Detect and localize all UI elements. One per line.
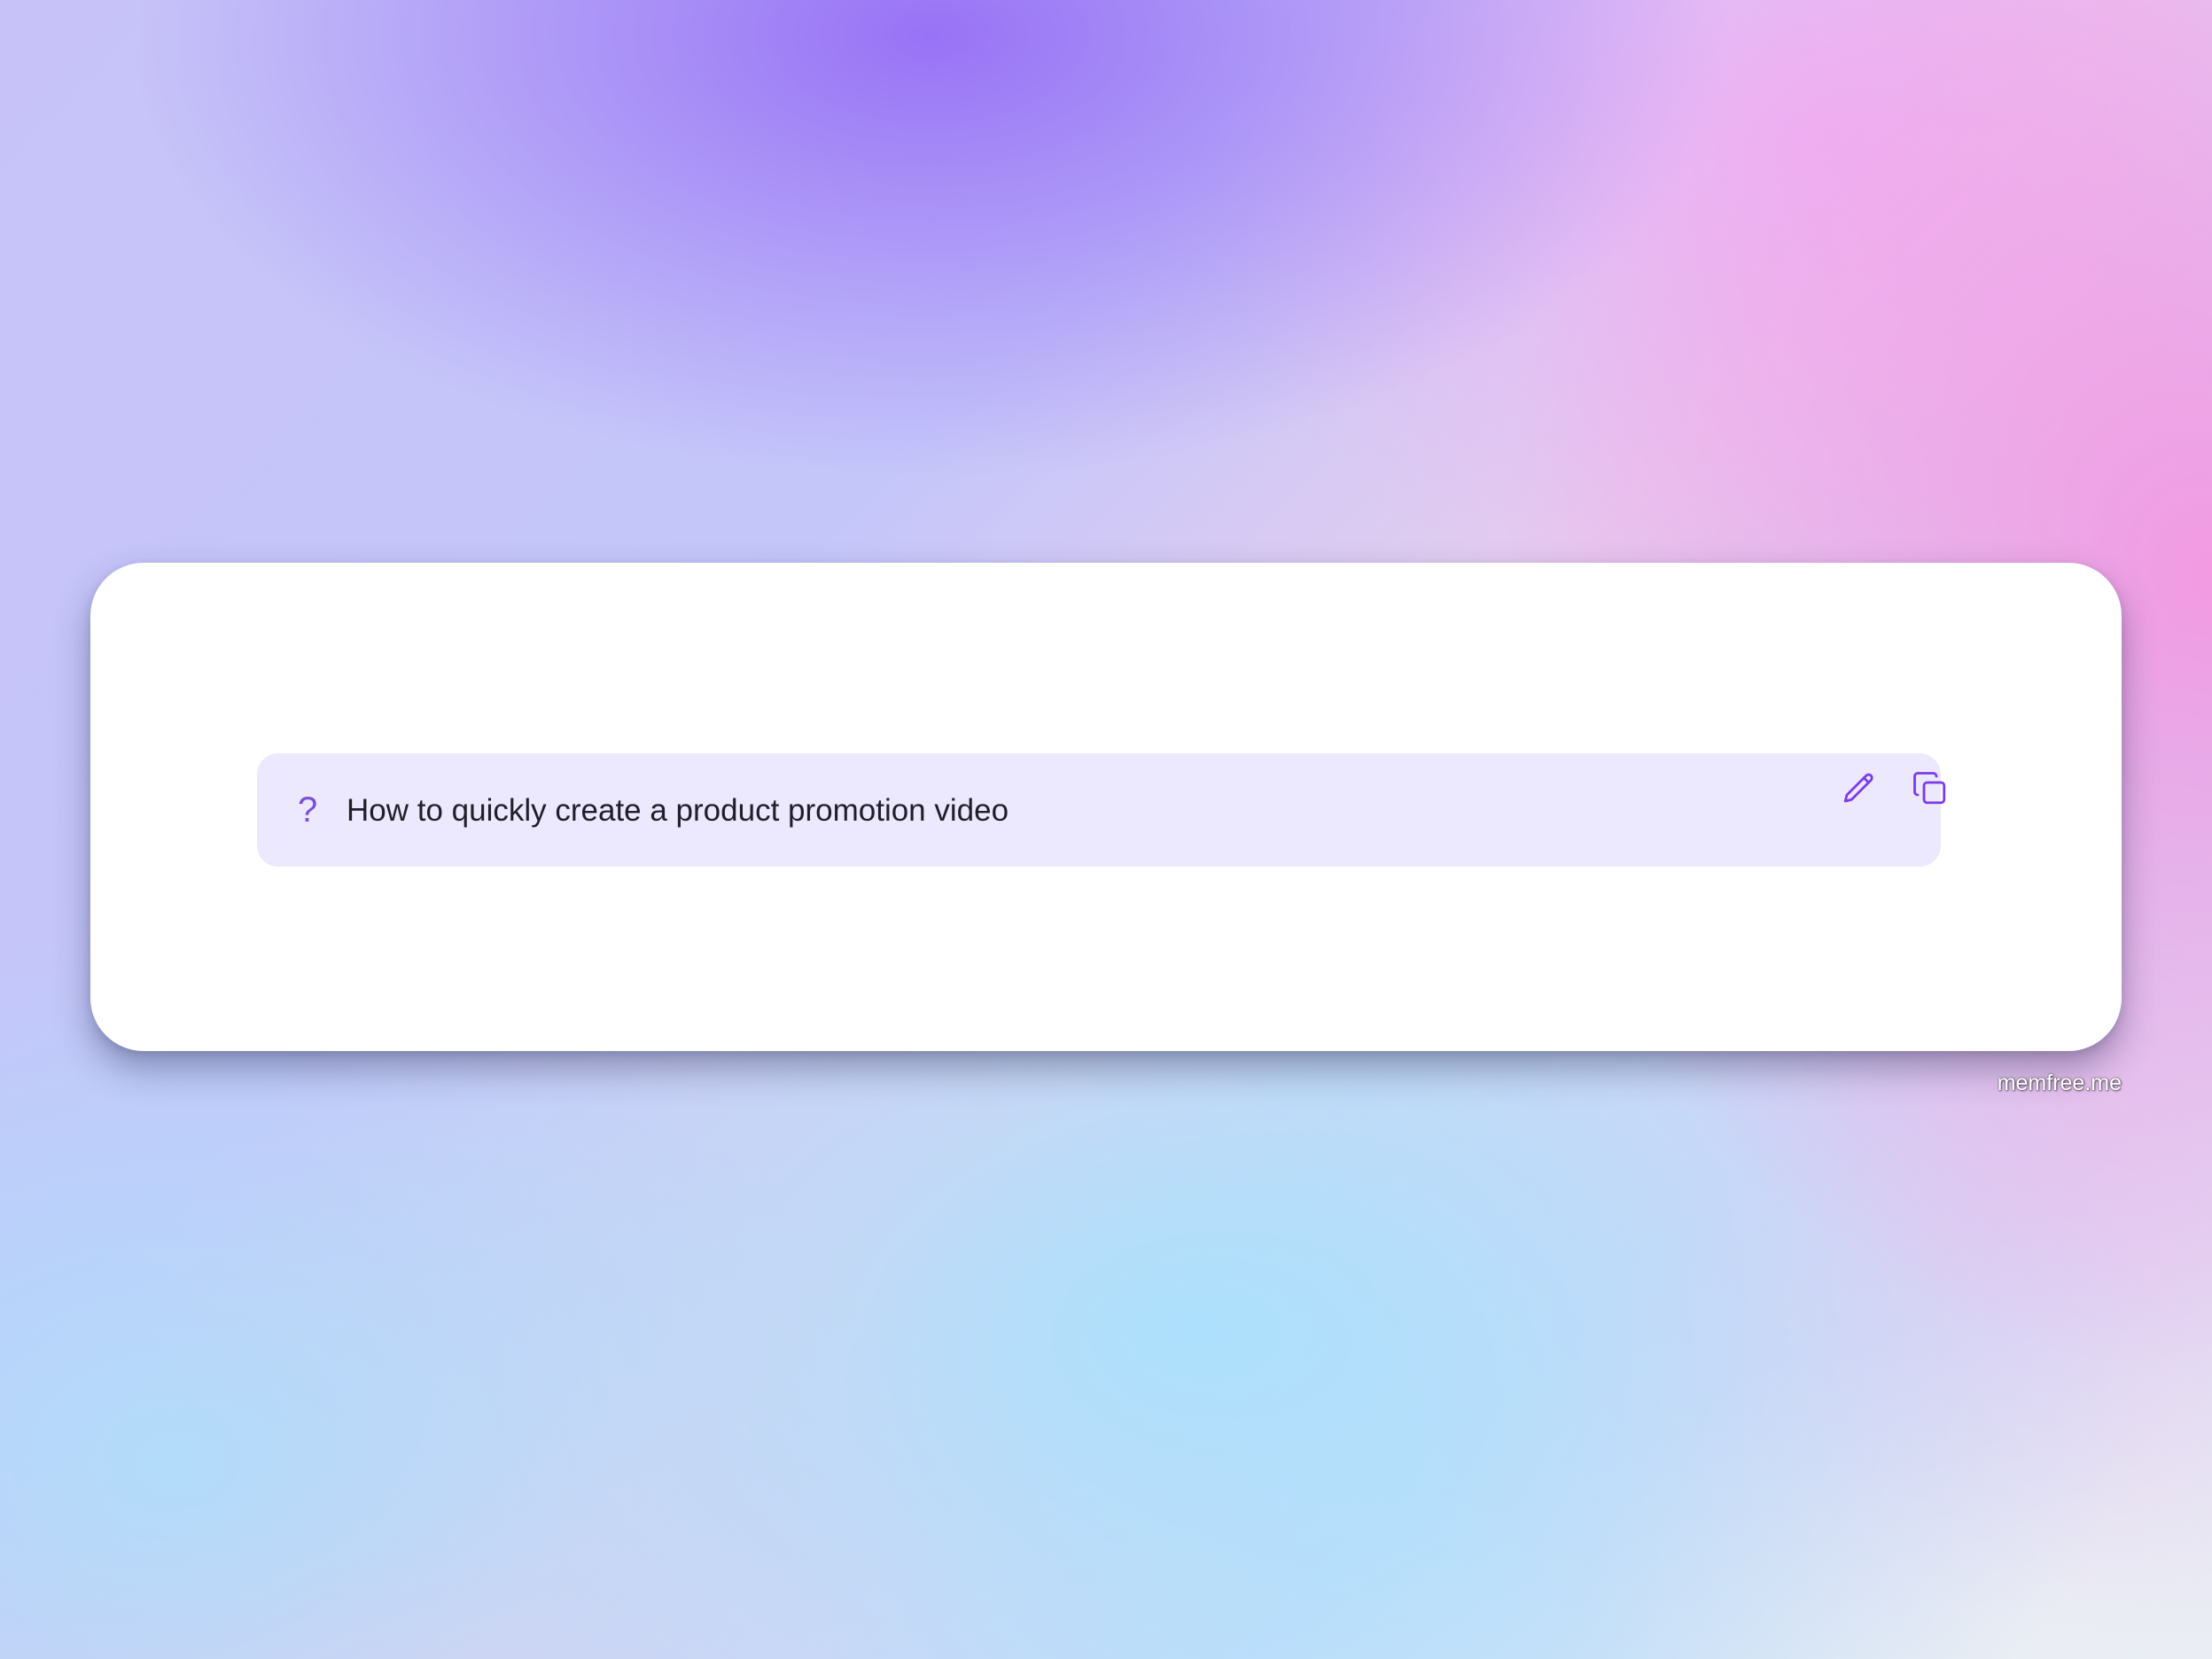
pencil-icon [1843, 773, 1873, 803]
question-bubble: ? How to quickly create a product promot… [257, 753, 1946, 867]
copy-icon [1913, 772, 1946, 805]
question-mark-icon: ? [298, 791, 318, 830]
watermark-text: memfree.me [1997, 1071, 2122, 1095]
question-text: How to quickly create a product promotio… [347, 793, 1009, 828]
question-card: ? How to quickly create a product promot… [90, 563, 2122, 1051]
edit-button[interactable] [1836, 766, 1882, 812]
copy-button[interactable] [1907, 766, 1953, 812]
